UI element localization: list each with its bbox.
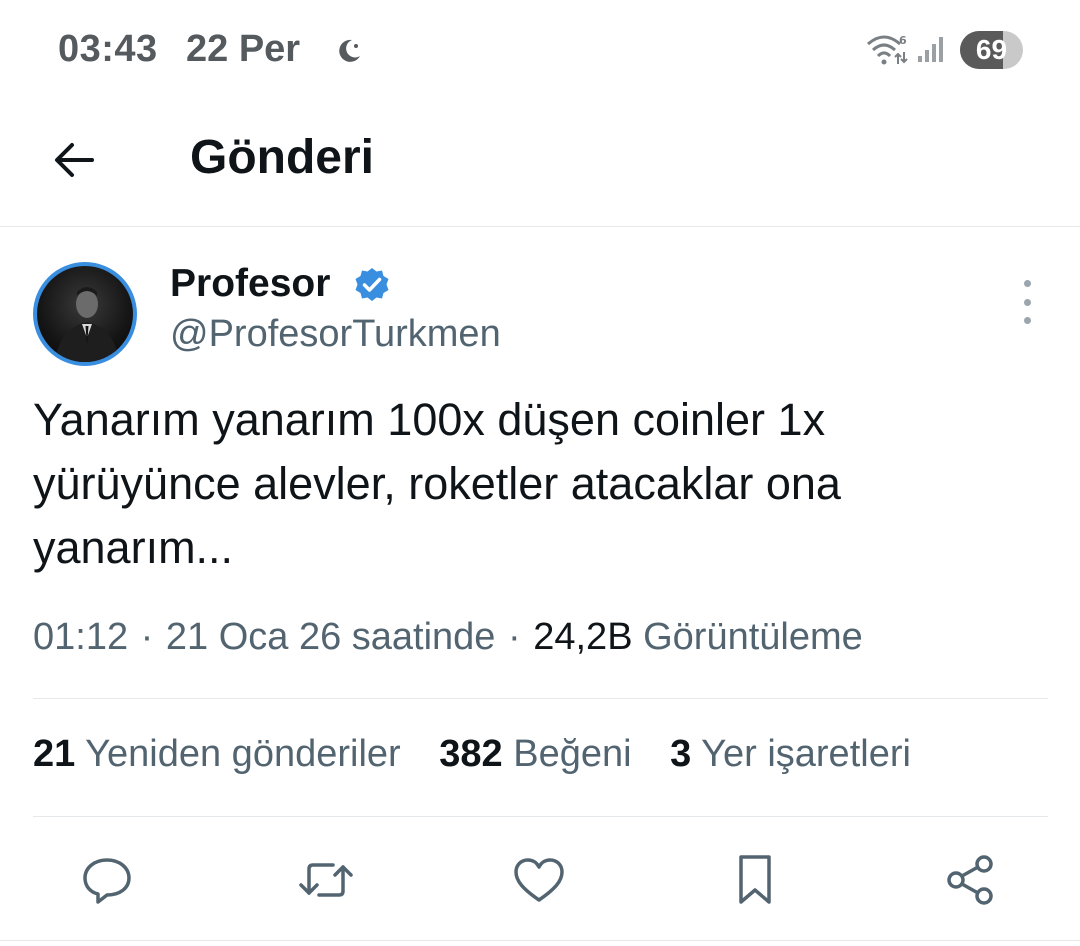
back-button[interactable]	[44, 130, 104, 190]
post-stats: 21 Yeniden gönderiler 382 Beğeni 3 Yer i…	[33, 733, 939, 776]
status-date: 22 Per	[186, 28, 301, 70]
action-bar	[0, 840, 1080, 920]
battery-level: 69	[975, 34, 1008, 65]
repost-icon	[299, 863, 353, 897]
likes-label: Beğeni	[513, 733, 632, 775]
post-date[interactable]: 21 Oca 26 saatinde	[166, 616, 496, 658]
more-dot	[1023, 317, 1031, 324]
bookmark-button[interactable]	[725, 850, 785, 910]
divider	[33, 816, 1048, 817]
post-time[interactable]: 01:12	[33, 616, 128, 658]
share-icon	[947, 855, 993, 905]
avatar-image	[37, 266, 133, 362]
bookmark-icon	[739, 855, 771, 904]
battery-indicator: 69	[960, 31, 1023, 69]
views-count: 24,2B	[533, 616, 633, 658]
signal-icon	[918, 37, 943, 62]
display-name[interactable]: Profesor	[170, 262, 330, 306]
share-button[interactable]	[940, 850, 1000, 910]
user-handle[interactable]: @ProfesorTurkmen	[170, 313, 501, 356]
bookmarks-label: Yer işaretleri	[701, 733, 911, 775]
divider	[0, 940, 1080, 941]
more-dot	[1023, 280, 1031, 287]
repost-button[interactable]	[296, 850, 356, 910]
avatar[interactable]	[33, 262, 137, 366]
divider	[33, 698, 1048, 699]
separator-dot: ·	[508, 616, 521, 658]
post-meta: 01:12 · 21 Oca 26 saatinde · 24,2B Görün…	[33, 616, 863, 659]
bookmarks-stat[interactable]: 3 Yer işaretleri	[670, 733, 911, 776]
status-time: 03:43	[58, 28, 158, 70]
separator-dot: ·	[140, 616, 154, 658]
arrow-left-icon	[55, 143, 94, 177]
likes-stat[interactable]: 382 Beğeni	[439, 733, 631, 776]
like-button[interactable]	[509, 850, 569, 910]
more-options-button[interactable]	[1010, 280, 1044, 324]
reposts-label: Yeniden gönderiler	[85, 733, 401, 775]
moon-icon	[339, 39, 360, 62]
more-dot	[1023, 298, 1031, 306]
reposts-count: 21	[33, 733, 76, 775]
reply-button[interactable]	[77, 850, 137, 910]
likes-count: 382	[439, 733, 503, 775]
views-label: Görüntüleme	[643, 616, 863, 658]
heart-icon	[514, 858, 564, 902]
status-bar: 03:43 22 Per 6 69	[0, 0, 1080, 100]
verified-badge-icon	[355, 268, 389, 301]
avatar-figure	[55, 287, 119, 362]
bookmarks-count: 3	[670, 733, 692, 775]
reply-icon	[83, 858, 131, 904]
wifi-icon: 6	[867, 34, 908, 65]
svg-text:6: 6	[899, 34, 907, 47]
reposts-stat[interactable]: 21 Yeniden gönderiler	[33, 733, 401, 776]
post-text: Yanarım yanarım 100x düşen coinler 1x yü…	[33, 394, 841, 573]
header: Gönderi	[0, 100, 1080, 227]
page-title: Gönderi	[190, 131, 375, 184]
